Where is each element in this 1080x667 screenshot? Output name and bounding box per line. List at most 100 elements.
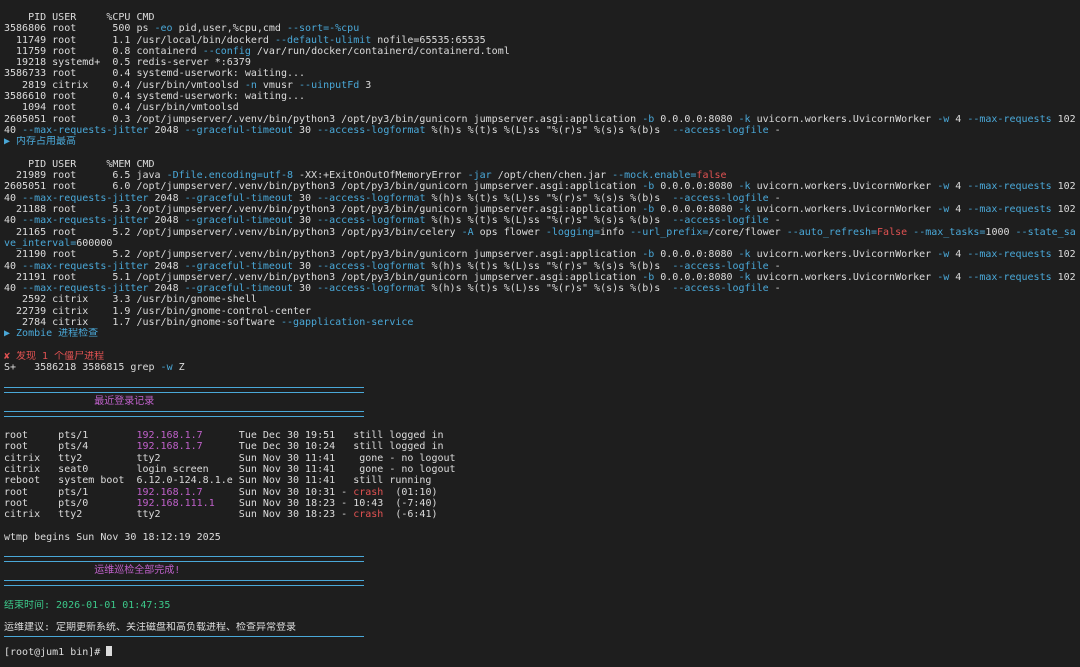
text-segment: uvicorn.workers.UvicornWorker <box>750 271 938 283</box>
text-segment: vmusr <box>256 79 300 91</box>
text-segment: 30 <box>293 283 318 295</box>
cpu-process-row: 11759 root 0.8 containerd --config /var/… <box>4 46 1080 57</box>
text-segment: Tue Dec 30 10:24 still logged in <box>202 441 444 453</box>
text-segment: - <box>768 124 781 136</box>
text-segment: 21989 root 6.5 java <box>4 170 167 182</box>
text-segment: root pts/1 <box>4 430 137 442</box>
text-segment: -b <box>642 249 655 261</box>
text-segment: 30 <box>293 260 318 272</box>
completion-banner: 运维巡检全部完成! <box>4 565 181 577</box>
text-segment: %(h)s %(t)s %(L)ss "%(r)s" %(s)s %(b)s <box>425 260 673 272</box>
text-segment: ops flower <box>473 226 546 238</box>
wtmp-line: wtmp begins Sun Nov 30 18:12:19 2025 <box>4 531 221 543</box>
text-segment: 102 <box>1051 249 1076 261</box>
text-segment: Sun Nov 30 18:23 - 10:43 (-7:40) <box>214 497 438 509</box>
text-segment: 4 <box>949 181 968 193</box>
login-history-row: root pts/0 192.168.111.1 Sun Nov 30 18:2… <box>4 498 1080 509</box>
text-segment: 1094 root 0.4 /usr/bin/vmtoolsd <box>4 102 239 114</box>
text-segment: --max-requests <box>967 204 1052 216</box>
text-segment: 102 <box>1051 271 1076 283</box>
text-segment: -w <box>937 181 950 193</box>
text-segment: 4 <box>949 204 968 216</box>
text-segment: 40 <box>4 192 23 204</box>
text-segment: --graceful-timeout <box>184 192 293 204</box>
text-segment: -b <box>642 181 655 193</box>
login-history-row: citrix tty2 tty2 Sun Nov 30 11:41 gone -… <box>4 453 1080 464</box>
text-segment: 11759 root 0.8 containerd <box>4 45 203 57</box>
text-segment: 102 <box>1051 113 1076 125</box>
text-segment: --sort=-%cpu <box>286 23 360 35</box>
text-segment: -w <box>937 113 950 125</box>
text-segment: --access-logformat <box>317 215 426 227</box>
text-segment: 2605051 root 0.3 /opt/jumpserver/.venv/b… <box>4 113 643 125</box>
text-segment: %(h)s %(t)s %(L)ss "%(r)s" %(s)s %(b)s <box>425 283 673 295</box>
ops-advice: 运维建议: 定期更新系统、关注磁盘和高负载进程、检查异常登录 <box>4 622 297 634</box>
text-segment: 11749 root 1.1 /usr/local/bin/dockerd <box>4 34 275 46</box>
text-segment: --max-requests <box>967 181 1052 193</box>
mem-process-row: 22739 citrix 1.9 /usr/bin/gnome-control-… <box>4 306 1080 317</box>
text-segment: 2819 citrix 0.4 /usr/bin/vmtoolsd <box>4 79 245 91</box>
text-segment: - <box>768 260 781 272</box>
text-segment: Sun Nov 30 10:31 - <box>202 486 354 498</box>
mem-process-row: 2784 citrix 1.7 /usr/bin/gnome-software … <box>4 317 1080 328</box>
text-segment: 2784 citrix 1.7 /usr/bin/gnome-software <box>4 317 281 329</box>
cpu-process-row: 3586806 root 500 ps -eo pid,user,%cpu,cm… <box>4 23 1080 34</box>
text-segment: --mock.enable= <box>612 170 697 182</box>
text-segment: --max-requests-jitter <box>22 215 149 227</box>
text-segment: --max-requests <box>967 113 1052 125</box>
mem-process-row: 21165 root 5.2 /opt/jumpserver/.venv/bin… <box>4 227 1080 238</box>
text-segment: 2048 <box>148 260 185 272</box>
text-segment: -n <box>244 79 257 91</box>
mem-process-row: 2592 citrix 3.3 /usr/bin/gnome-shell <box>4 294 1080 305</box>
text-segment: --gapplication-service <box>280 317 414 329</box>
text-segment: --max-requests <box>967 271 1052 283</box>
text-segment: --max-requests-jitter <box>22 260 149 272</box>
text-segment: 2048 <box>148 283 185 295</box>
text-segment: -logging= <box>545 226 601 238</box>
text-segment: info <box>600 226 631 238</box>
text-segment: /core/flower <box>708 226 787 238</box>
text-segment: - <box>768 215 781 227</box>
text-segment: --auto_refresh= <box>786 226 878 238</box>
shell-prompt[interactable]: [root@jum1 bin]# <box>4 645 1080 658</box>
text-segment: --access-logfile <box>672 124 769 136</box>
text-segment: -k <box>738 181 751 193</box>
text-segment: 3586610 root 0.4 systemd-userwork: waiti… <box>4 91 306 103</box>
text-segment: crash <box>353 509 384 521</box>
text-segment: 19218 systemd+ 0.5 redis-server *:6379 <box>4 57 251 69</box>
text-segment: -k <box>738 249 751 261</box>
text-segment: --config <box>202 45 251 57</box>
mem-process-row: 40 --max-requests-jitter 2048 --graceful… <box>4 215 1080 226</box>
text-segment: uvicorn.workers.UvicornWorker <box>750 181 938 193</box>
divider-bottom <box>4 410 364 417</box>
login-history-banner: 最近登录记录 <box>4 395 155 407</box>
text-segment: --access-logfile <box>672 283 769 295</box>
text-segment: 3586806 root 500 ps <box>4 23 155 35</box>
mem-process-row: 40 --max-requests-jitter 2048 --graceful… <box>4 193 1080 204</box>
text-segment: 1000 <box>985 226 1016 238</box>
text-segment: -w <box>937 271 950 283</box>
text-segment: 600000 <box>76 237 113 249</box>
prompt-text: [root@jum1 bin]# <box>4 646 107 658</box>
mem-process-row: 21188 root 5.3 /opt/jumpserver/.venv/bin… <box>4 204 1080 215</box>
text-segment: -b <box>642 204 655 216</box>
cpu-table-header: PID USER %CPU CMD <box>4 12 155 23</box>
text-segment: - <box>768 283 781 295</box>
text-segment: -b <box>642 113 655 125</box>
text-segment: reboot system boot 6.12.0-124.8.1.e Sun … <box>4 475 432 487</box>
text-segment: 40 <box>4 260 23 272</box>
text-segment: --max-requests <box>967 249 1052 261</box>
text-segment: 2605051 root 6.0 /opt/jumpserver/.venv/b… <box>4 181 643 193</box>
text-segment: -Dfile.encoding=utf-8 <box>166 170 293 182</box>
login-history-row: citrix tty2 tty2 Sun Nov 30 18:23 - cras… <box>4 509 1080 520</box>
terminal-window[interactable]: PID USER %CPU CMD 3586806 root 500 ps -e… <box>0 0 1080 667</box>
text-segment: root pts/4 <box>4 441 137 453</box>
text-segment: -k <box>738 204 751 216</box>
mem-process-list: 21989 root 6.5 java -Dfile.encoding=utf-… <box>4 170 1080 328</box>
cpu-process-row: 40 --max-requests-jitter 2048 --graceful… <box>4 125 1080 136</box>
text-segment: false <box>696 170 727 182</box>
text-segment: -k <box>738 113 751 125</box>
text-segment: 2048 <box>148 124 185 136</box>
